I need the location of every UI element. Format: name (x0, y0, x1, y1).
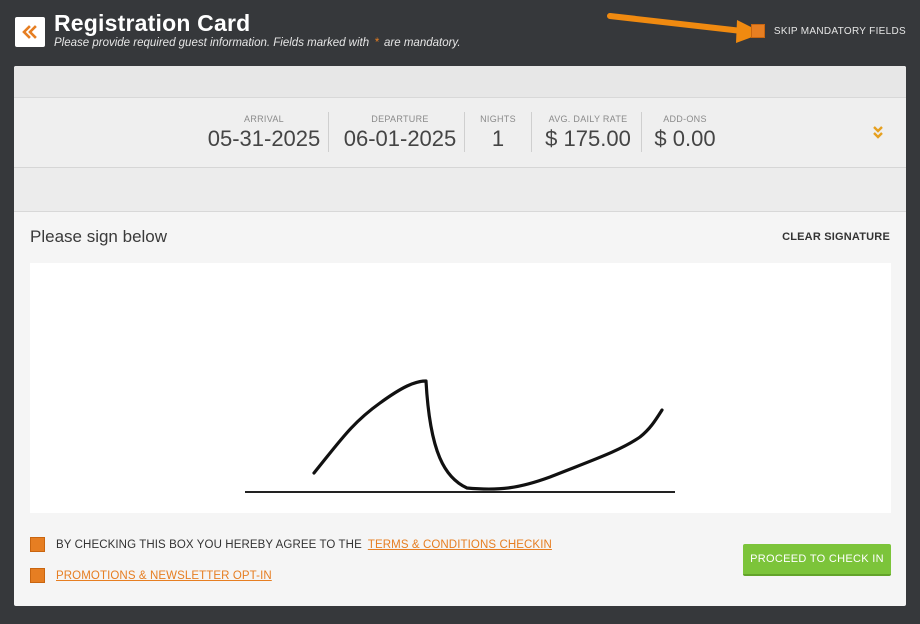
promotions-checkbox[interactable] (30, 568, 45, 583)
divider (328, 112, 329, 152)
nights-field: NIGHTS 1 (474, 98, 522, 168)
divider (464, 112, 465, 152)
double-chevron-left-icon (22, 25, 37, 39)
signature-header: Please sign below CLEAR SIGNATURE (14, 212, 906, 260)
rate-label: AVG. DAILY RATE (548, 114, 628, 124)
rate-field: AVG. DAILY RATE $ 175.00 (540, 98, 636, 168)
promotions-row: PROMOTIONS & NEWSLETTER OPT-IN (30, 568, 272, 583)
addons-field: ADD-ONS $ 0.00 (650, 98, 720, 168)
addons-value: $ 0.00 (654, 126, 716, 151)
required-marker: * (374, 37, 379, 49)
arrival-label: ARRIVAL (244, 114, 284, 124)
nights-value: 1 (491, 126, 505, 151)
terms-text: BY CHECKING THIS BOX YOU HEREBY AGREE TO… (56, 538, 362, 551)
signature-stroke (245, 379, 675, 493)
terms-row: BY CHECKING THIS BOX YOU HEREBY AGREE TO… (30, 537, 552, 552)
skip-mandatory-toggle[interactable]: SKIP MANDATORY FIELDS (750, 24, 906, 38)
terms-checkbox[interactable] (30, 537, 45, 552)
card-mid-band (14, 168, 906, 212)
skip-mandatory-checkbox[interactable] (750, 24, 765, 38)
departure-field: DEPARTURE 06-01-2025 (340, 98, 460, 168)
page-subtitle: Please provide required guest informatio… (54, 37, 461, 49)
terms-link[interactable]: TERMS & CONDITIONS CHECKIN (368, 539, 552, 551)
page-title: Registration Card (54, 10, 251, 36)
clear-signature-button[interactable]: CLEAR SIGNATURE (782, 231, 890, 243)
subtitle-text: Please provide required guest informatio… (54, 37, 370, 49)
rate-value: $ 175.00 (545, 126, 631, 151)
promotions-link[interactable]: PROMOTIONS & NEWSLETTER OPT-IN (56, 570, 272, 582)
divider (531, 112, 532, 152)
arrival-field: ARRIVAL 05-31-2025 (204, 98, 324, 168)
arrival-value: 05-31-2025 (207, 126, 321, 151)
divider (641, 112, 642, 152)
registration-card: ARRIVAL 05-31-2025 DEPARTURE 06-01-2025 … (14, 66, 906, 606)
signature-title: Please sign below (30, 227, 168, 246)
card-top-band (14, 66, 906, 98)
skip-mandatory-label: SKIP MANDATORY FIELDS (773, 25, 906, 37)
subtitle-text-end: are mandatory. (384, 37, 461, 49)
departure-value: 06-01-2025 (343, 126, 457, 151)
departure-label: DEPARTURE (371, 114, 429, 124)
addons-label: ADD-ONS (663, 114, 707, 124)
orange-arrow-icon (607, 13, 763, 43)
nights-label: NIGHTS (480, 114, 516, 124)
back-button[interactable] (15, 17, 45, 47)
proceed-to-check-in-button[interactable]: PROCEED TO CHECK IN (743, 544, 891, 576)
stay-summary: ARRIVAL 05-31-2025 DEPARTURE 06-01-2025 … (14, 98, 906, 168)
double-chevron-down-icon[interactable] (872, 125, 884, 139)
signature-pad[interactable] (30, 263, 891, 513)
